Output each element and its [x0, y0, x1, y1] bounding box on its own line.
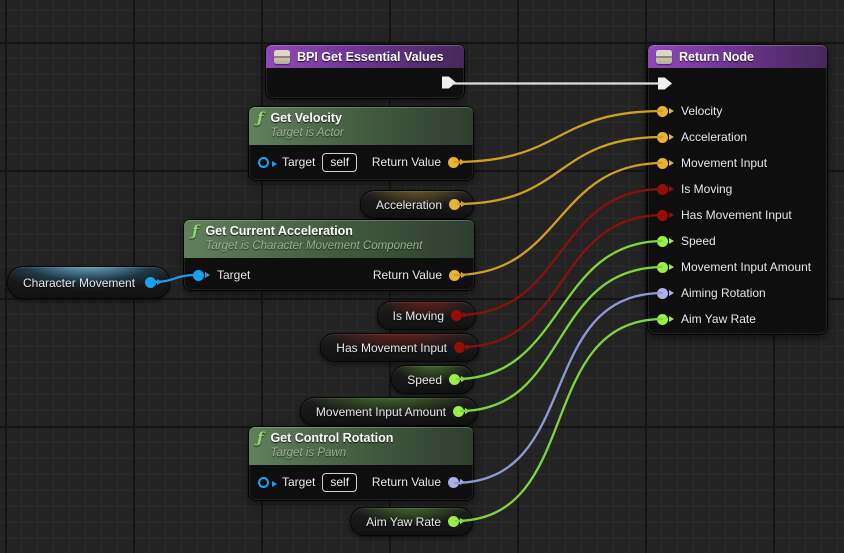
pin-label: Aim Yaw Rate [681, 312, 756, 326]
wire-speed[interactable] [456, 241, 663, 379]
variable-pill-character-movement[interactable]: Character Movement [7, 266, 170, 299]
node-title: Get Control Rotation [270, 430, 393, 446]
exec-output-pin[interactable] [442, 75, 456, 90]
target-pin-label: Target [282, 475, 315, 489]
output-pin[interactable] [451, 310, 468, 321]
blueprint-graph-canvas[interactable]: BPI Get Essential Values ƒ Get Velocity … [0, 0, 844, 553]
wire-aim-yaw-rate[interactable] [455, 319, 663, 521]
node-get-velocity[interactable]: ƒ Get Velocity Target is Actor Target se… [249, 107, 473, 180]
variable-pill-has-movement-input[interactable]: Has Movement Input [320, 333, 479, 362]
output-pin[interactable] [448, 516, 465, 527]
input-pin-movement-input-amount[interactable] [657, 262, 674, 273]
output-pin[interactable] [145, 277, 162, 288]
wire-aiming-rotation[interactable] [454, 293, 663, 483]
node-header[interactable]: BPI Get Essential Values [266, 45, 464, 68]
node-get-control-rotation[interactable]: ƒ Get Control Rotation Target is Pawn Ta… [249, 427, 473, 500]
return-value-label: Return Value [373, 268, 442, 282]
pill-label: Acceleration [376, 198, 442, 212]
variable-pill-acceleration[interactable]: Acceleration [360, 190, 474, 219]
node-header[interactable]: ƒ Get Current Acceleration Target is Cha… [184, 220, 474, 258]
return-value-label: Return Value [372, 475, 441, 489]
node-title: Return Node [679, 49, 754, 65]
target-pin-label: Target [217, 268, 250, 282]
function-icon: ƒ [257, 110, 263, 126]
wire-velocity[interactable] [454, 111, 663, 162]
node-subtitle: Target is Character Movement Component [205, 239, 422, 254]
function-icon: ƒ [192, 223, 198, 239]
wire-acceleration[interactable] [457, 137, 663, 204]
input-pin-speed[interactable] [657, 236, 674, 247]
output-pin[interactable] [449, 199, 466, 210]
variable-pill-is-moving[interactable]: Is Moving [377, 301, 476, 330]
node-return-node[interactable]: Return Node Velocity Acceleration Moveme… [648, 45, 827, 334]
self-default-value: self [322, 473, 357, 492]
target-pin[interactable] [258, 477, 275, 488]
node-subtitle: Target is Actor [270, 126, 343, 141]
variable-pill-aim-yaw-rate[interactable]: Aim Yaw Rate [350, 507, 473, 536]
return-value-label: Return Value [372, 155, 441, 169]
input-pin-has-movement-input[interactable] [657, 210, 674, 221]
node-title: Get Current Acceleration [205, 223, 422, 239]
target-pin[interactable] [193, 270, 210, 281]
pin-label: Movement Input Amount [681, 260, 811, 274]
input-pin-is-moving[interactable] [657, 184, 674, 195]
wire-movement-input[interactable] [454, 163, 663, 275]
target-pin-label: Target [282, 155, 315, 169]
input-pin-acceleration[interactable] [657, 132, 674, 143]
pin-label: Velocity [681, 104, 722, 118]
pill-label: Aim Yaw Rate [366, 515, 441, 529]
input-pin-velocity[interactable] [657, 106, 674, 117]
return-value-pin[interactable] [448, 477, 465, 488]
self-default-value: self [322, 153, 357, 172]
return-value-pin[interactable] [449, 270, 466, 281]
pill-label: Speed [407, 373, 442, 387]
wire-is-moving[interactable] [458, 189, 663, 315]
input-pin-aiming-rotation[interactable] [657, 288, 674, 299]
pin-label: Speed [681, 234, 716, 248]
pin-label: Has Movement Input [681, 208, 792, 222]
node-header[interactable]: ƒ Get Control Rotation Target is Pawn [249, 427, 473, 465]
pill-label: Movement Input Amount [316, 405, 446, 419]
input-pin-aim-yaw-rate[interactable] [657, 314, 674, 325]
pill-label: Character Movement [23, 276, 135, 290]
output-pin[interactable] [449, 374, 466, 385]
pin-label: Is Moving [681, 182, 732, 196]
node-header[interactable]: ƒ Get Velocity Target is Actor [249, 107, 473, 145]
wire-movement-input-amount[interactable] [460, 267, 663, 411]
pill-label: Is Moving [393, 309, 444, 323]
variable-pill-movement-input-amount[interactable]: Movement Input Amount [300, 397, 478, 426]
node-header[interactable]: Return Node [648, 45, 827, 68]
pill-label: Has Movement Input [336, 341, 447, 355]
pin-label: Aiming Rotation [681, 286, 766, 300]
node-title: BPI Get Essential Values [297, 49, 444, 65]
function-icon: ƒ [257, 430, 263, 446]
interface-function-icon [656, 50, 672, 64]
interface-function-icon [274, 50, 290, 64]
node-get-current-acceleration[interactable]: ƒ Get Current Acceleration Target is Cha… [184, 220, 474, 290]
node-title: Get Velocity [270, 110, 343, 126]
target-pin[interactable] [258, 157, 275, 168]
return-value-pin[interactable] [448, 157, 465, 168]
variable-pill-speed[interactable]: Speed [391, 365, 474, 394]
pin-label: Acceleration [681, 130, 747, 144]
wire-has-movement-input[interactable] [461, 215, 663, 347]
output-pin[interactable] [453, 406, 470, 417]
output-pin[interactable] [454, 342, 471, 353]
node-subtitle: Target is Pawn [270, 446, 393, 461]
input-pin-movement-input[interactable] [657, 158, 674, 169]
pin-label: Movement Input [681, 156, 767, 170]
node-bpi-get-essential-values[interactable]: BPI Get Essential Values [266, 45, 464, 98]
exec-input-pin[interactable] [658, 76, 672, 91]
